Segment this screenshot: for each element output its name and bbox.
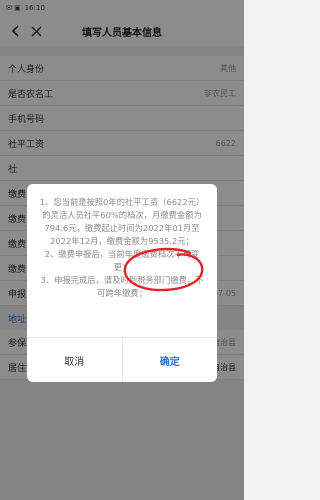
cancel-button[interactable]: 取消 [27, 338, 123, 382]
dialog-line-3: 3、申报完成后，请及时到税务部门缴费，不可跨年缴费； [40, 275, 204, 298]
dialog-line-1: 1、您当前是按照0年的社平工资（6622元）的灵活人员社平60%的档次，月缴费金… [39, 197, 205, 246]
confirm-dialog: 1、您当前是按照0年的社平工资（6622元）的灵活人员社平60%的档次，月缴费金… [27, 184, 217, 382]
dialog-message: 1、您当前是按照0年的社平工资（6622元）的灵活人员社平60%的档次，月缴费金… [27, 184, 217, 336]
confirm-button[interactable]: 确定 [123, 338, 218, 382]
dialog-line-2: 2、缴费申报后，当前年度缴费档次不可变更； [44, 249, 200, 272]
dialog-buttons: 取消 确定 [27, 337, 217, 382]
